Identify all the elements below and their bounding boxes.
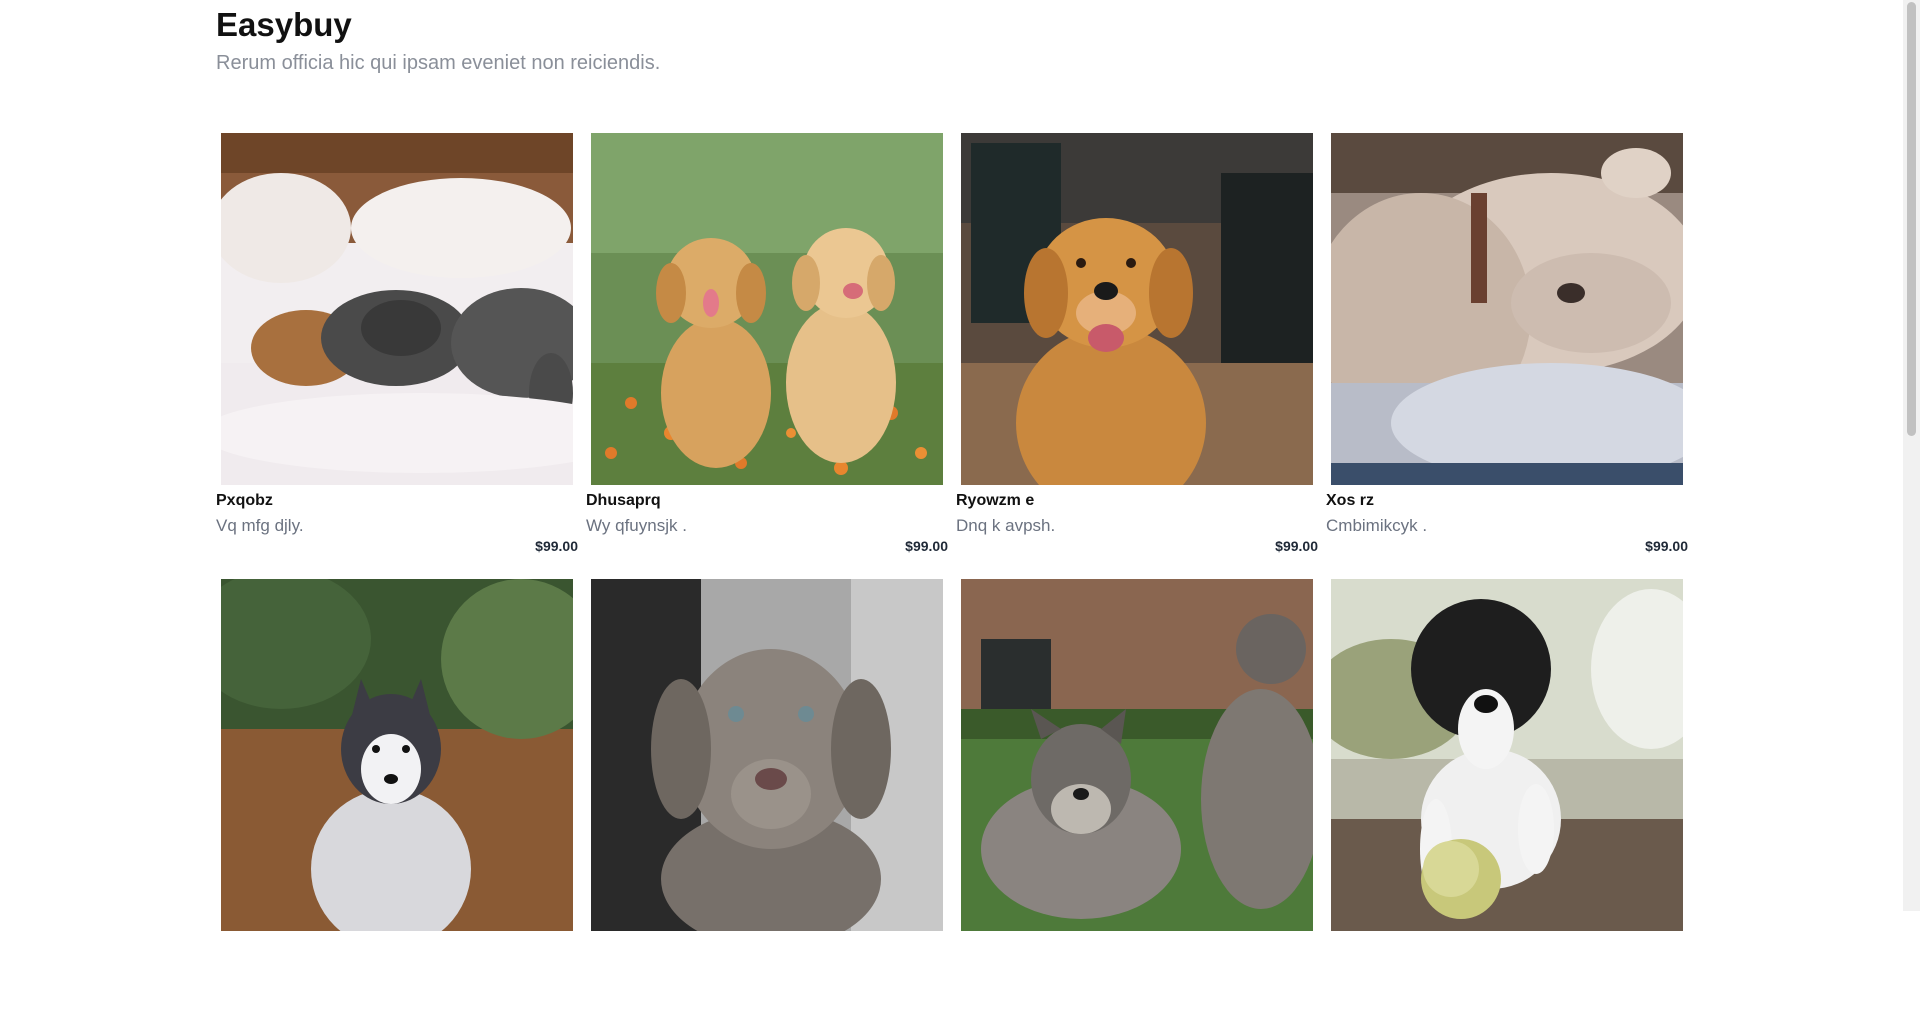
product-card[interactable]: Xos rz Cmbimikcyk . $99.00 <box>1326 133 1688 573</box>
page-subtitle: Rerum officia hic qui ipsam eveniet non … <box>216 52 661 74</box>
product-card[interactable] <box>1326 579 1688 1019</box>
product-image[interactable] <box>1331 133 1683 485</box>
product-card[interactable] <box>956 579 1318 1019</box>
product-image[interactable] <box>961 133 1313 485</box>
product-image[interactable] <box>1331 579 1683 931</box>
product-card[interactable]: Ryowzm e Dnq k avpsh. $99.00 <box>956 133 1318 573</box>
product-description: Wy qfuynsjk . <box>586 516 687 535</box>
product-image[interactable] <box>221 579 573 931</box>
product-card[interactable]: Dhusaprq Wy qfuynsjk . $99.00 <box>586 133 948 573</box>
product-name[interactable]: Dhusaprq <box>586 492 661 510</box>
product-name[interactable]: Xos rz <box>1326 492 1374 510</box>
product-description: Vq mfg djly. <box>216 516 304 535</box>
page-title: Easybuy <box>216 6 352 43</box>
product-image[interactable] <box>221 133 573 485</box>
scrollbar-thumb[interactable] <box>1907 2 1916 436</box>
product-card[interactable] <box>586 579 948 1019</box>
vertical-scrollbar[interactable] <box>1903 0 1920 911</box>
product-card[interactable] <box>216 579 578 1019</box>
product-name[interactable]: Pxqobz <box>216 492 273 510</box>
product-name[interactable]: Ryowzm e <box>956 492 1034 510</box>
product-price: $99.00 <box>905 538 948 554</box>
product-image[interactable] <box>591 133 943 485</box>
product-description: Dnq k avpsh. <box>956 516 1056 535</box>
product-price: $99.00 <box>1645 538 1688 554</box>
product-description: Cmbimikcyk . <box>1326 516 1428 535</box>
product-image[interactable] <box>591 579 943 931</box>
product-price: $99.00 <box>1275 538 1318 554</box>
product-image[interactable] <box>961 579 1313 931</box>
product-card[interactable]: Pxqobz Vq mfg djly. $99.00 <box>216 133 578 573</box>
product-price: $99.00 <box>535 538 578 554</box>
